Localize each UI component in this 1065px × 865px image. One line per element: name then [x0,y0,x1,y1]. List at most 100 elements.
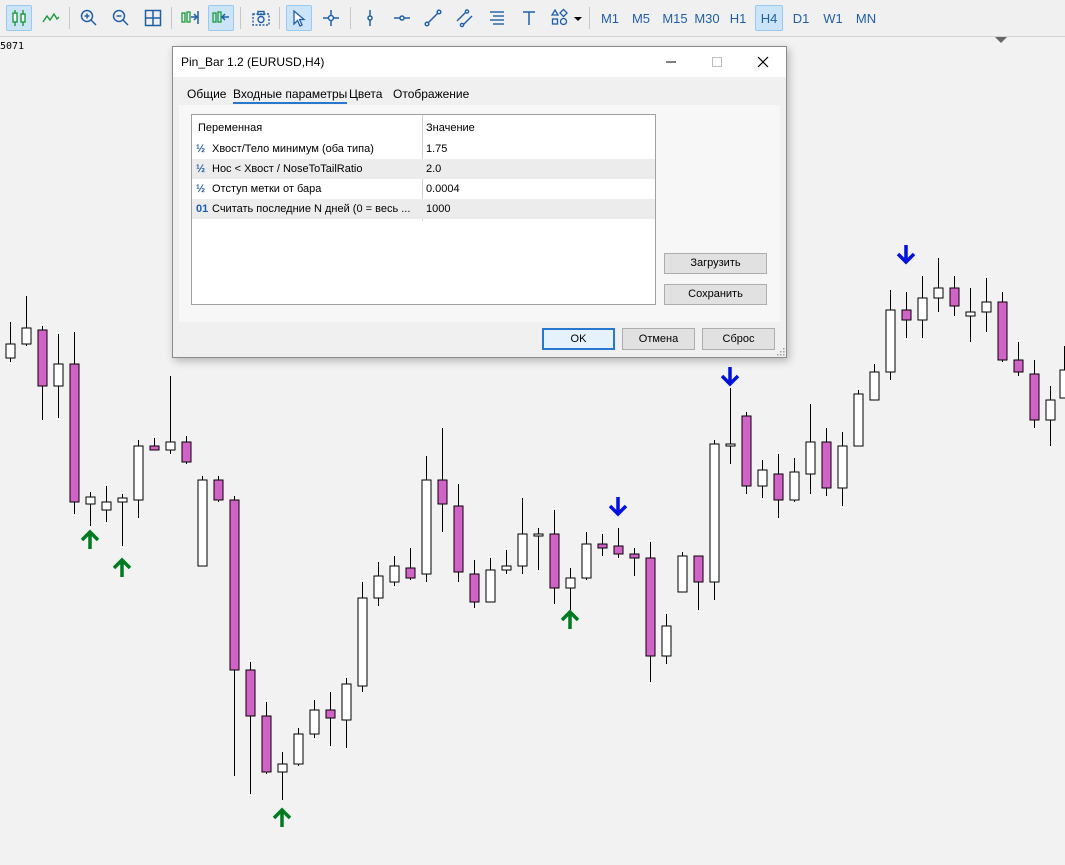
dialog-title: Pin_Bar 1.2 (EURUSD,H4) [181,55,325,69]
bear-candle [629,553,640,559]
table-row[interactable]: 01 Считать последние N дней (0 = весь ...… [192,199,655,219]
table-row[interactable]: ½ Отступ метки от бара 0.0004 [192,179,655,199]
fibonacci-icon[interactable] [484,5,510,31]
line-chart-icon[interactable] [38,5,64,31]
save-button[interactable]: Сохранить [664,284,767,305]
trendline-icon[interactable] [420,5,446,31]
maximize-button[interactable] [694,47,740,77]
bear-candle [437,479,448,505]
crosshair-icon[interactable] [318,5,344,31]
bear-candle [949,287,960,307]
tab-visualization[interactable]: Отображение [393,87,469,101]
timeframe-m1[interactable]: M1 [596,5,624,31]
resize-grip-icon[interactable] [775,346,785,356]
screenshot-icon[interactable] [248,5,274,31]
text-icon[interactable] [516,5,542,31]
variable-name: Нос < Хвост / NoseToTailRatio [212,163,363,175]
zoom-out-icon[interactable] [108,5,134,31]
horizontal-line-icon[interactable] [389,5,415,31]
bear-candle [821,441,832,489]
bull-candle [421,479,432,575]
grid-icon[interactable] [140,5,166,31]
bull-candle [837,445,848,489]
vertical-line-icon[interactable] [357,5,383,31]
variable-value[interactable]: 1000 [426,199,652,219]
timeframe-h4[interactable]: H4 [755,5,783,31]
timeframe-m5[interactable]: M5 [627,5,655,31]
tab-inputs[interactable]: Входные параметры [233,87,348,104]
variable-value[interactable]: 2.0 [426,159,652,179]
bear-candle [997,301,1008,361]
timeframe-m15[interactable]: M15 [659,5,691,31]
bull-candle [869,371,880,401]
bull-candle [165,441,176,451]
timeframe-mn[interactable]: MN [851,5,881,31]
table-header: Переменная Значение [192,118,655,138]
bar-chart-icon[interactable] [6,5,32,31]
bull-candle [565,577,576,589]
table-row[interactable]: ½ Хвост/Тело минимум (оба типа) 1.75 [192,139,655,159]
tab-colors[interactable]: Цвета [349,87,382,101]
price-label: 5071 [0,41,25,52]
bull-candle [981,301,992,313]
chevron-down-icon[interactable] [574,17,582,21]
bull-candle [277,763,288,773]
buy-signal-arrow [272,807,292,827]
timeframe-d1[interactable]: D1 [787,5,815,31]
variable-value[interactable]: 1.75 [426,139,652,159]
bull-candle [85,496,96,505]
bull-candle [885,309,896,373]
load-button[interactable]: Загрузить [664,253,767,274]
bull-candle [661,625,672,657]
variable-value[interactable]: 0.0004 [426,179,652,199]
timeframe-m30[interactable]: M30 [691,5,723,31]
bull-candle [357,597,368,687]
bear-candle [901,309,912,321]
double-type-icon: ½ [196,183,206,195]
bear-candle [261,715,272,773]
bear-candle [453,505,464,573]
bear-candle [645,557,656,657]
cursor-icon[interactable] [286,5,312,31]
bear-candle [229,499,240,671]
header-variable[interactable]: Переменная [192,118,421,138]
bull-candle [965,311,976,317]
buy-signal-arrow [560,609,580,629]
minimize-button[interactable] [648,47,694,77]
bull-candle [709,443,720,583]
chart-shift-icon[interactable] [177,5,203,31]
bear-candle [181,441,192,463]
variable-name: Считать последние N дней (0 = весь ... [212,203,411,215]
zoom-in-icon[interactable] [76,5,102,31]
timeframe-h1[interactable]: H1 [724,5,752,31]
tab-bar: Общие Входные параметры Цвета Отображени… [179,83,779,105]
inputs-panel: Переменная Значение ½ Хвост/Тело минимум … [179,105,780,322]
sell-signal-arrow [720,367,740,387]
close-button[interactable] [740,47,786,77]
bull-candle [133,445,144,501]
bull-candle [1045,399,1056,421]
bear-candle [1029,373,1040,421]
title-bar[interactable]: Pin_Bar 1.2 (EURUSD,H4) [173,47,786,77]
reset-button[interactable]: Сброс [702,328,775,350]
timeframe-w1[interactable]: W1 [819,5,847,31]
bull-candle [533,533,544,537]
bull-candle [581,543,592,579]
double-type-icon: ½ [196,163,206,175]
table-row[interactable]: ½ Нос < Хвост / NoseToTailRatio 2.0 [192,159,655,179]
ok-button[interactable]: OK [542,328,615,350]
tab-general[interactable]: Общие [187,87,226,101]
bear-candle [693,555,704,583]
shapes-icon[interactable] [547,5,583,31]
channel-icon[interactable] [452,5,478,31]
autoscroll-icon[interactable] [208,5,234,31]
toolbar: M1 M5 M15 M30 H1 H4 D1 W1 MN [0,0,1065,37]
bull-candle [21,327,32,345]
cancel-button[interactable]: Отмена [622,328,695,350]
bull-candle [485,569,496,603]
bull-candle [805,441,816,475]
bull-candle [757,469,768,487]
header-value[interactable]: Значение [426,118,652,138]
bear-candle [469,573,480,603]
integer-type-icon: 01 [196,203,209,215]
